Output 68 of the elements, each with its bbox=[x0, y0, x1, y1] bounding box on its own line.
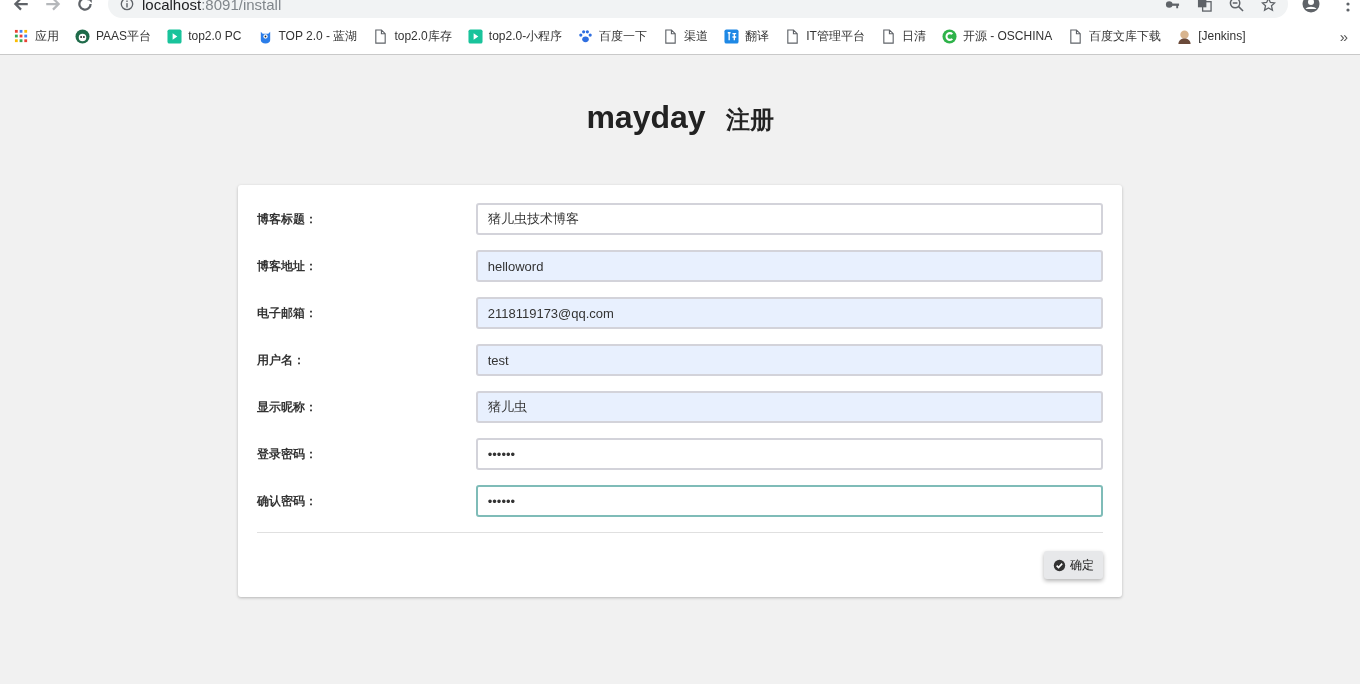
input-field[interactable]: 猪儿虫 bbox=[475, 391, 1103, 423]
document-icon bbox=[663, 28, 679, 44]
bookmark[interactable]: 翻译 bbox=[724, 27, 770, 45]
bookmark-label: 翻译 bbox=[745, 27, 770, 45]
bookmark-label: IT管理平台 bbox=[806, 27, 865, 45]
bookmark[interactable]: IT管理平台 bbox=[785, 27, 865, 45]
site-name: mayday bbox=[586, 99, 706, 136]
bookmark-label: top2.0 PC bbox=[188, 29, 242, 43]
apps-icon bbox=[14, 28, 29, 44]
field-label: 登录密码： bbox=[257, 445, 318, 463]
star-icon[interactable] bbox=[1261, 0, 1276, 12]
bookmark[interactable]: TOP 2.0 - 蓝湖 bbox=[257, 27, 358, 45]
input-field[interactable]: 2118119173@qq.com bbox=[475, 297, 1103, 329]
reload-icon[interactable] bbox=[76, 0, 94, 13]
menu-icon[interactable] bbox=[1346, 0, 1350, 12]
bookmark-label: PAAS平台 bbox=[96, 27, 152, 45]
bookmark[interactable]: 日清 bbox=[880, 27, 926, 45]
document-icon bbox=[373, 28, 389, 44]
check-icon bbox=[1053, 558, 1066, 572]
play-icon bbox=[167, 28, 183, 44]
avatar-icon bbox=[1177, 28, 1193, 44]
panda-icon bbox=[75, 28, 90, 44]
bookmark-label: TOP 2.0 - 蓝湖 bbox=[278, 27, 358, 45]
bookmark[interactable]: 开源 - OSCHINA bbox=[941, 27, 1053, 45]
bookmark-label: [Jenkins] bbox=[1198, 29, 1246, 43]
bookmark[interactable]: 百度一下 bbox=[578, 27, 648, 45]
bookmark[interactable]: [Jenkins] bbox=[1177, 28, 1246, 44]
bookmark[interactable]: 渠道 bbox=[663, 27, 709, 45]
bookmark-label: 渠道 bbox=[684, 27, 709, 45]
bookmark[interactable]: PAAS平台 bbox=[75, 27, 152, 45]
bookmark[interactable]: top2.0 PC bbox=[167, 28, 242, 44]
bookmark-label: 应用 bbox=[35, 27, 59, 45]
input-field[interactable]: •••••• bbox=[475, 485, 1103, 517]
play-icon bbox=[467, 28, 483, 44]
zoom-icon[interactable] bbox=[1229, 0, 1244, 12]
bookmark-label: top2.0库存 bbox=[394, 27, 452, 45]
document-icon bbox=[880, 28, 896, 44]
bookmark-label: 开源 - OSCHINA bbox=[962, 27, 1053, 45]
c-logo-icon bbox=[941, 28, 957, 44]
info-icon[interactable] bbox=[120, 0, 134, 11]
bookmark-label: 百度一下 bbox=[599, 27, 648, 45]
bookmark-label: 百度文库下载 bbox=[1089, 27, 1162, 45]
field-label: 博客标题： bbox=[257, 210, 318, 228]
back-icon[interactable] bbox=[12, 0, 30, 13]
bookmark[interactable]: top2.0库存 bbox=[373, 27, 452, 45]
input-field[interactable]: •••••• bbox=[475, 438, 1103, 470]
bookmark-label: top2.0-小程序 bbox=[488, 27, 563, 45]
field-label: 电子邮箱： bbox=[257, 304, 318, 322]
confirm-button[interactable]: 确定 bbox=[1044, 551, 1103, 579]
field-label: 博客地址： bbox=[257, 257, 318, 275]
field-label: 用户名： bbox=[257, 351, 306, 369]
input-field[interactable]: 猪儿虫技术博客 bbox=[475, 203, 1103, 235]
bookmark-label: 日清 bbox=[901, 27, 926, 45]
bookmark[interactable]: 应用 bbox=[14, 27, 59, 45]
translate-icon bbox=[724, 28, 740, 44]
profile-icon[interactable] bbox=[1302, 0, 1320, 13]
input-field[interactable]: helloword bbox=[475, 250, 1103, 282]
page-title: 注册 bbox=[725, 105, 774, 135]
paw-icon bbox=[578, 28, 594, 44]
document-icon bbox=[785, 28, 801, 44]
document-icon bbox=[1068, 28, 1084, 44]
field-label: 确认密码： bbox=[257, 492, 318, 510]
bookmark[interactable]: top2.0-小程序 bbox=[467, 27, 563, 45]
input-field[interactable]: test bbox=[475, 344, 1103, 376]
field-label: 显示昵称： bbox=[257, 398, 318, 416]
more-bookmarks-button[interactable]: » bbox=[1339, 27, 1348, 45]
translate-icon[interactable] bbox=[1197, 0, 1212, 12]
bookmark[interactable]: 百度文库下载 bbox=[1068, 27, 1162, 45]
